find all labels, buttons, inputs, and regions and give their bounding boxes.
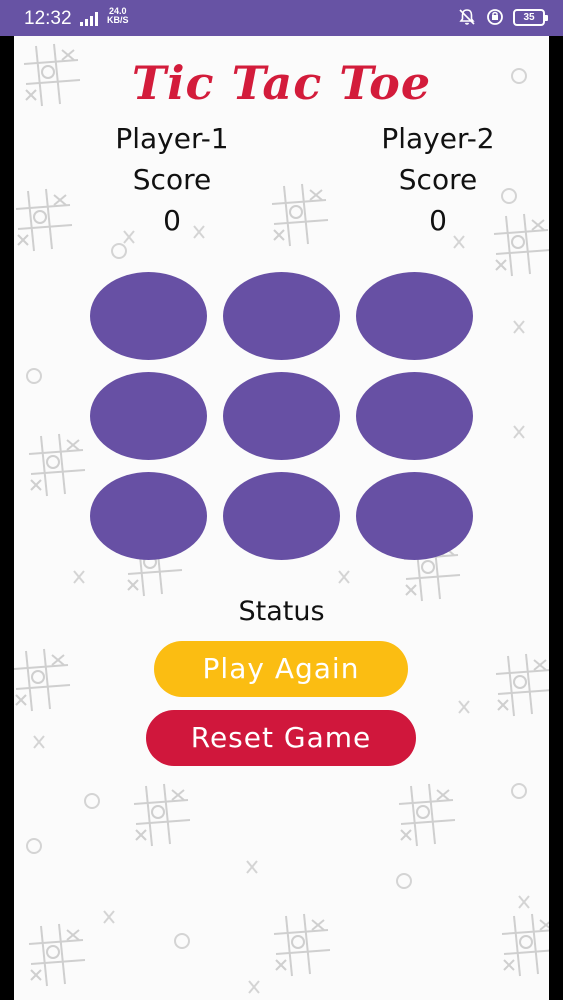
board-cell-4[interactable] bbox=[90, 372, 207, 460]
battery-icon: 35 bbox=[513, 8, 548, 26]
player1-score: 0 bbox=[163, 204, 181, 237]
app-screen: Tic Tac Toe Player-1 Score 0 Player-2 Sc… bbox=[14, 36, 549, 1000]
player2-panel: Player-2 Score 0 bbox=[358, 118, 518, 241]
network-speed: 24.0 KB/S bbox=[107, 7, 129, 25]
board-cell-3[interactable] bbox=[356, 272, 473, 360]
network-speed-unit: KB/S bbox=[107, 15, 129, 25]
game-board bbox=[90, 272, 474, 562]
board-cell-1[interactable] bbox=[90, 272, 207, 360]
signal-icon bbox=[80, 12, 98, 26]
player2-score-label: Score bbox=[398, 163, 478, 196]
player2-score: 0 bbox=[429, 204, 447, 237]
player1-name: Player-1 bbox=[115, 122, 229, 155]
board-cell-9[interactable] bbox=[356, 472, 473, 560]
player1-panel: Player-1 Score 0 bbox=[92, 118, 252, 241]
notifications-muted-icon bbox=[459, 9, 475, 25]
board-cell-8[interactable] bbox=[223, 472, 340, 560]
player1-score-label: Score bbox=[132, 163, 212, 196]
app-title: Tic Tac Toe bbox=[131, 56, 432, 110]
board-cell-5[interactable] bbox=[223, 372, 340, 460]
clock: 12:32 bbox=[24, 8, 72, 29]
board-cell-6[interactable] bbox=[356, 372, 473, 460]
data-saver-icon bbox=[487, 9, 503, 25]
reset-game-button[interactable]: Reset Game bbox=[146, 710, 416, 766]
play-again-button[interactable]: Play Again bbox=[154, 641, 408, 697]
board-cell-7[interactable] bbox=[90, 472, 207, 560]
player2-name: Player-2 bbox=[381, 122, 495, 155]
game-status: Status bbox=[238, 596, 325, 627]
status-bar: 12:32 24.0 KB/S 35 bbox=[0, 0, 563, 36]
board-cell-2[interactable] bbox=[223, 272, 340, 360]
